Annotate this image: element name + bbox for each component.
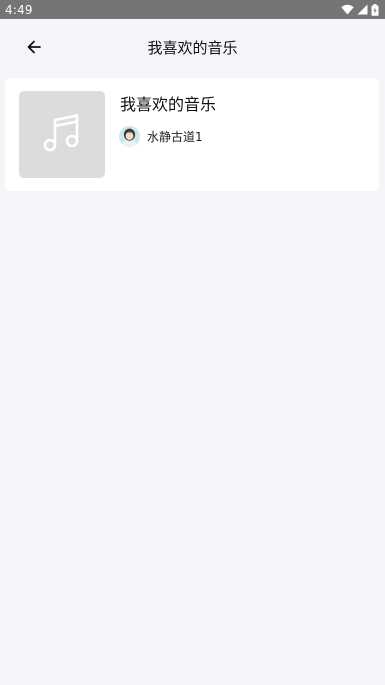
- battery-charging-icon: [371, 3, 379, 16]
- user-avatar-icon[interactable]: [119, 125, 140, 147]
- wifi-icon: [341, 4, 354, 15]
- back-button[interactable]: [21, 36, 47, 60]
- music-note-icon: [43, 113, 81, 157]
- creator-name[interactable]: 水静古道1: [147, 128, 203, 145]
- playlist-cover[interactable]: [19, 91, 105, 178]
- cellular-signal-icon: [357, 4, 368, 15]
- page-title: 我喜欢的音乐: [147, 39, 238, 57]
- arrow-left-icon: [27, 39, 41, 58]
- status-time: 4:49: [5, 2, 33, 17]
- status-icons: [341, 3, 379, 16]
- app-bar: 我喜欢的音乐: [0, 19, 385, 76]
- creator-row[interactable]: 水静古道1: [119, 125, 203, 147]
- playlist-name: 我喜欢的音乐: [120, 95, 217, 114]
- playlist-card[interactable]: 我喜欢的音乐 水静古道1: [5, 78, 379, 191]
- status-bar: 4:49: [0, 0, 385, 19]
